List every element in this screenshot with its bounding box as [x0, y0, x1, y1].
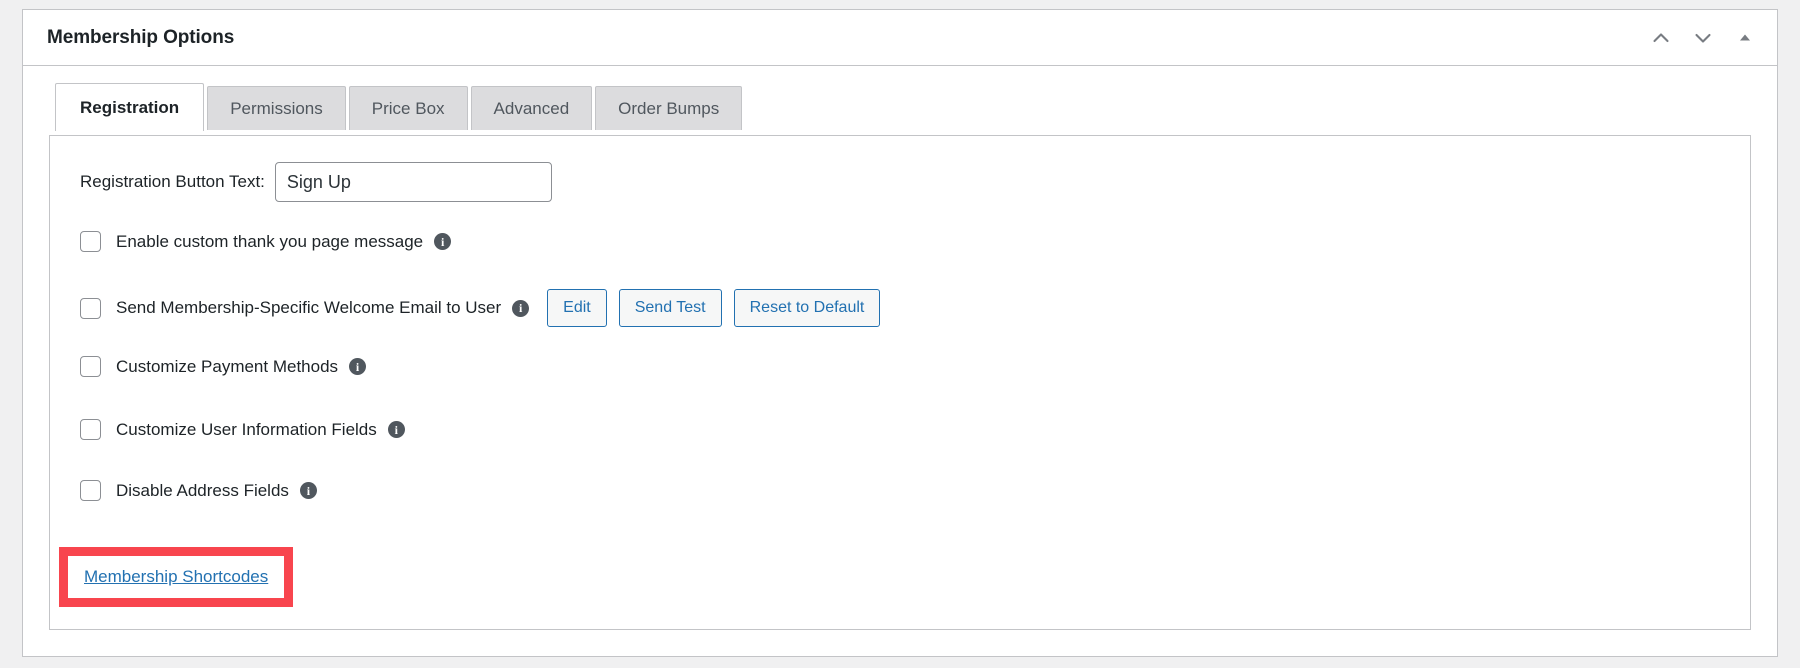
tab-advanced[interactable]: Advanced: [471, 86, 593, 130]
page-title: Membership Options: [23, 27, 234, 49]
tab-advanced-label: Advanced: [494, 99, 570, 119]
postbox-header-actions: [1643, 10, 1763, 66]
enable-thank-you-message-checkbox[interactable]: [80, 231, 101, 252]
settings-tab-strip: Registration Permissions Price Box Advan…: [55, 86, 1777, 130]
info-icon[interactable]: i: [434, 233, 451, 250]
tab-order-bumps-label: Order Bumps: [618, 99, 719, 119]
edit-button[interactable]: Edit: [547, 289, 607, 327]
customize-user-information-fields-checkbox[interactable]: [80, 419, 101, 440]
welcome-email-button-group: Edit Send Test Reset to Default: [547, 289, 880, 327]
membership-options-postbox: Membership Options Registratio: [22, 9, 1778, 657]
membership-shortcodes-link[interactable]: Membership Shortcodes: [84, 567, 268, 586]
tab-registration-label: Registration: [80, 98, 179, 118]
enable-thank-you-message-label: Enable custom thank you page message: [116, 232, 423, 252]
send-welcome-email-checkbox[interactable]: [80, 298, 101, 319]
info-icon[interactable]: i: [388, 421, 405, 438]
enable-thank-you-message-row: Enable custom thank you page message i: [80, 231, 451, 252]
customize-payment-methods-label: Customize Payment Methods: [116, 357, 338, 377]
tab-price-box[interactable]: Price Box: [349, 86, 468, 130]
move-up-icon[interactable]: [1643, 20, 1679, 56]
disable-address-fields-row: Disable Address Fields i: [80, 480, 317, 501]
tab-price-box-label: Price Box: [372, 99, 445, 119]
disable-address-fields-label: Disable Address Fields: [116, 481, 289, 501]
move-down-icon[interactable]: [1685, 20, 1721, 56]
info-icon[interactable]: i: [349, 358, 366, 375]
disable-address-fields-checkbox[interactable]: [80, 480, 101, 501]
tab-permissions-label: Permissions: [230, 99, 323, 119]
annotation-highlight-box: Membership Shortcodes: [59, 547, 293, 607]
tab-order-bumps[interactable]: Order Bumps: [595, 86, 742, 130]
registration-tab-panel: Registration Button Text: Enable custom …: [49, 135, 1751, 630]
tab-registration[interactable]: Registration: [55, 83, 204, 131]
customize-user-information-fields-row: Customize User Information Fields i: [80, 419, 405, 440]
info-icon[interactable]: i: [512, 300, 529, 317]
send-welcome-email-label: Send Membership-Specific Welcome Email t…: [116, 298, 501, 318]
registration-button-text-input[interactable]: [275, 162, 552, 202]
toggle-panel-icon[interactable]: [1727, 20, 1763, 56]
customize-payment-methods-row: Customize Payment Methods i: [80, 356, 366, 377]
info-icon[interactable]: i: [300, 482, 317, 499]
tab-permissions[interactable]: Permissions: [207, 86, 346, 130]
registration-button-text-row: Registration Button Text:: [80, 162, 552, 202]
send-test-button[interactable]: Send Test: [619, 289, 722, 327]
reset-to-default-button[interactable]: Reset to Default: [734, 289, 881, 327]
postbox-header: Membership Options: [23, 10, 1777, 66]
customize-payment-methods-checkbox[interactable]: [80, 356, 101, 377]
registration-button-text-label: Registration Button Text:: [80, 172, 265, 192]
send-welcome-email-row: Send Membership-Specific Welcome Email t…: [80, 289, 880, 327]
customize-user-information-fields-label: Customize User Information Fields: [116, 420, 377, 440]
